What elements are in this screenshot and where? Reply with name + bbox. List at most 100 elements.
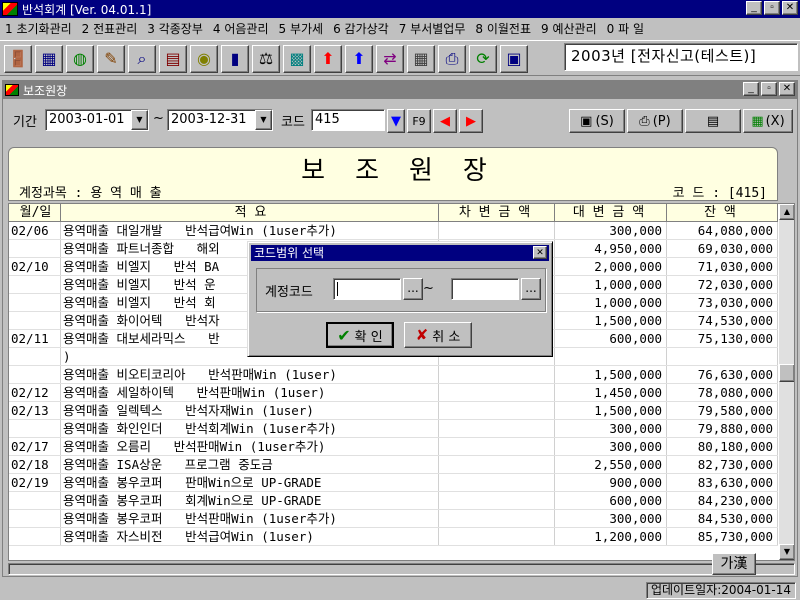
cell-date[interactable]: 02/06 — [9, 222, 61, 239]
cell-date[interactable] — [9, 528, 61, 545]
child-close-button[interactable]: ✕ — [779, 82, 795, 96]
child-maximize-button[interactable]: ▫ — [761, 82, 777, 96]
cancel-button[interactable]: ✘ 취 소 — [404, 322, 472, 348]
f9-button[interactable]: F9 — [407, 109, 431, 133]
table-row[interactable]: 용역매출 자스비전 반석급여Win (1user) 1,200,000 85,730… — [9, 528, 778, 546]
cell-balance[interactable]: 73,030,000 — [667, 294, 778, 311]
cell-debit[interactable] — [439, 474, 555, 491]
cell-date[interactable] — [9, 276, 61, 293]
toolbar-button-org-chart[interactable]: ▦ — [35, 45, 63, 73]
cell-desc[interactable]: 용역매출 일렉텍스 반석자재Win (1user) — [61, 402, 439, 419]
code-value[interactable]: 415 — [312, 110, 384, 130]
col-header-credit[interactable]: 대 변 금 액 — [555, 204, 667, 221]
code-from-browse-button[interactable]: ... — [403, 278, 423, 300]
cell-desc[interactable]: 용역매출 대일개발 반석급여Win (1user추가) — [61, 222, 439, 239]
cell-balance[interactable] — [667, 348, 778, 365]
cell-balance[interactable]: 64,080,000 — [667, 222, 778, 239]
cell-balance[interactable]: 83,630,000 — [667, 474, 778, 491]
date-from-value[interactable]: 2003-01-01 — [46, 110, 131, 130]
cell-balance[interactable]: 80,180,000 — [667, 438, 778, 455]
toolbar-button-calculator[interactable]: ▦ — [407, 45, 435, 73]
toolbar-button-transfer[interactable]: ⇄ — [376, 45, 404, 73]
code-to-input[interactable] — [451, 278, 519, 300]
vertical-scrollbar[interactable]: ▲ ▼ — [779, 204, 794, 560]
cell-credit[interactable]: 900,000 — [555, 474, 667, 491]
table-row[interactable]: 02/17 용역매출 오름리 반석판매Win (1user추가) 300,000 80… — [9, 438, 778, 456]
cell-desc[interactable]: 용역매출 봉우코퍼 판매Win으로 UP-GRADE — [61, 474, 439, 491]
cell-balance[interactable]: 71,030,000 — [667, 258, 778, 275]
menu-item-8[interactable]: 8 이월전표 — [470, 20, 536, 37]
toolbar-button-arrow-up-blue[interactable]: ⬆ — [345, 45, 373, 73]
col-header-desc[interactable]: 적 요 — [61, 204, 439, 221]
toolbar-button-chart-grid[interactable]: ▩ — [283, 45, 311, 73]
menu-item-7[interactable]: 7 부서별업무 — [394, 20, 471, 37]
cell-balance[interactable]: 82,730,000 — [667, 456, 778, 473]
cell-desc[interactable]: 용역매출 봉우코퍼 회계Win으로 UP-GRADE — [61, 492, 439, 509]
toolbar-button-exit-door[interactable]: 🚪 — [4, 45, 32, 73]
cell-date[interactable]: 02/12 — [9, 384, 61, 401]
cell-date[interactable]: 02/17 — [9, 438, 61, 455]
cell-date[interactable]: 02/18 — [9, 456, 61, 473]
maximize-button[interactable]: ▫ — [764, 1, 780, 15]
cell-debit[interactable] — [439, 438, 555, 455]
cell-balance[interactable]: 84,230,000 — [667, 492, 778, 509]
col-header-debit[interactable]: 차 변 금 액 — [439, 204, 555, 221]
save-button[interactable]: ▣ (S) — [569, 109, 625, 133]
cell-credit[interactable]: 300,000 — [555, 420, 667, 437]
cell-credit[interactable]: 600,000 — [555, 330, 667, 347]
cell-debit[interactable] — [439, 384, 555, 401]
toolbar-button-magnifier[interactable]: ⌕ — [128, 45, 156, 73]
confirm-button[interactable]: ✔ 확 인 — [326, 322, 394, 348]
cell-date[interactable]: 02/13 — [9, 402, 61, 419]
print-button[interactable]: ⎙ (P) — [627, 109, 683, 133]
cell-credit[interactable]: 1,500,000 — [555, 402, 667, 419]
cell-desc[interactable]: 용역매출 세일하이텍 반석판매Win (1user) — [61, 384, 439, 401]
dialog-close-button[interactable]: ✕ — [533, 246, 547, 259]
cell-date[interactable] — [9, 312, 61, 329]
cell-desc[interactable]: 용역매출 자스비전 반석급여Win (1user) — [61, 528, 439, 545]
chevron-down-icon[interactable]: ▼ — [131, 110, 148, 130]
cell-date[interactable] — [9, 492, 61, 509]
cell-date[interactable] — [9, 294, 61, 311]
cell-debit[interactable] — [439, 456, 555, 473]
cell-debit[interactable] — [439, 366, 555, 383]
cell-credit[interactable]: 1,000,000 — [555, 294, 667, 311]
toolbar-button-pencil-ruler[interactable]: ✎ — [97, 45, 125, 73]
cell-desc[interactable]: 용역매출 오름리 반석판매Win (1user추가) — [61, 438, 439, 455]
table-row[interactable]: 용역매출 봉우코퍼 반석판매Win (1user추가) 300,000 84,530… — [9, 510, 778, 528]
date-to-combo[interactable]: 2003-12-31 ▼ — [167, 109, 273, 131]
cell-credit[interactable]: 2,550,000 — [555, 456, 667, 473]
toolbar-button-printer[interactable]: ⎙ — [438, 45, 466, 73]
cell-desc[interactable]: 용역매출 봉우코퍼 반석판매Win (1user추가) — [61, 510, 439, 527]
cell-debit[interactable] — [439, 492, 555, 509]
cell-credit[interactable]: 1,500,000 — [555, 366, 667, 383]
cell-balance[interactable]: 79,880,000 — [667, 420, 778, 437]
cell-desc[interactable]: 용역매출 ISA상운 프로그램 중도금 — [61, 456, 439, 473]
close-button[interactable]: ✕ — [782, 1, 798, 15]
cell-date[interactable] — [9, 510, 61, 527]
memo-button[interactable]: ▤ — [685, 109, 741, 133]
table-row[interactable]: 02/18 용역매출 ISA상운 프로그램 중도금 2,550,000 82,730,… — [9, 456, 778, 474]
cell-balance[interactable]: 74,530,000 — [667, 312, 778, 329]
table-row[interactable]: 02/19 용역매출 봉우코퍼 판매Win으로 UP-GRADE 900,000 83… — [9, 474, 778, 492]
cell-debit[interactable] — [439, 510, 555, 527]
cell-credit[interactable]: 300,000 — [555, 222, 667, 239]
toolbar-button-calendar[interactable]: ▣ — [500, 45, 528, 73]
table-row[interactable]: 용역매출 봉우코퍼 회계Win으로 UP-GRADE 600,000 84,230,… — [9, 492, 778, 510]
cell-date[interactable]: 02/19 — [9, 474, 61, 491]
menu-item-1[interactable]: 1 초기화관리 — [0, 20, 77, 37]
toolbar-button-coin[interactable]: ◉ — [190, 45, 218, 73]
scroll-up-button[interactable]: ▲ — [779, 204, 794, 220]
cell-debit[interactable] — [439, 528, 555, 545]
menu-item-10[interactable]: 0 파 일 — [602, 20, 649, 37]
cell-date[interactable] — [9, 240, 61, 257]
cell-desc[interactable]: 용역매출 비오티코리아 반석판매Win (1user) — [61, 366, 439, 383]
menu-item-9[interactable]: 9 예산관리 — [536, 20, 602, 37]
code-from-input[interactable] — [333, 278, 401, 300]
ime-indicator[interactable]: 가漢 — [712, 553, 756, 575]
toolbar-button-abacus[interactable]: ▤ — [159, 45, 187, 73]
exit-button[interactable]: ▦ (X) — [743, 109, 793, 133]
minimize-button[interactable]: _ — [746, 1, 762, 15]
toolbar-button-arrow-up-red[interactable]: ⬆ — [314, 45, 342, 73]
table-row[interactable]: 02/06 용역매출 대일개발 반석급여Win (1user추가) 300,000 6… — [9, 222, 778, 240]
